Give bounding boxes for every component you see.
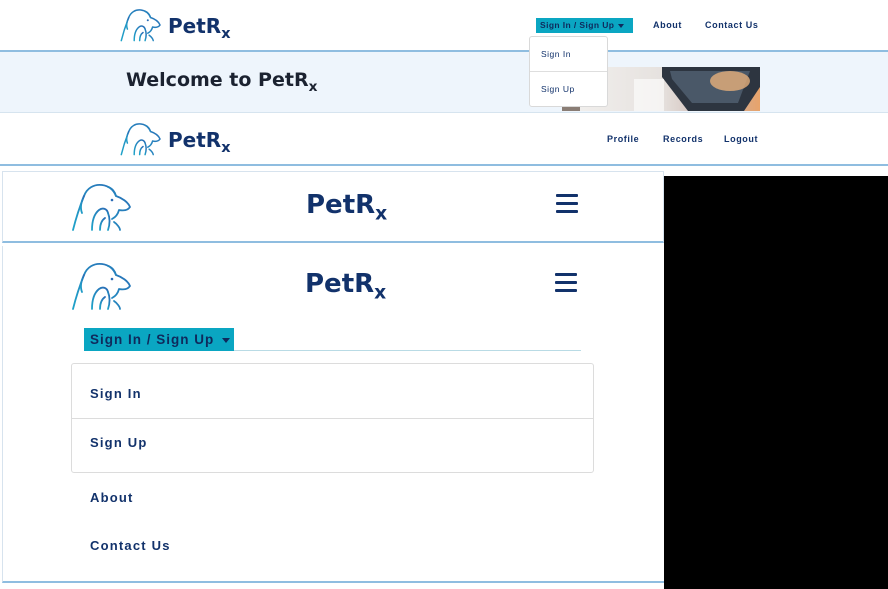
brand-subscript: x xyxy=(374,282,387,304)
brand-name-text: PetR xyxy=(305,269,375,299)
hamburger-menu-button[interactable] xyxy=(556,194,578,214)
nav-link-logout[interactable]: Logout xyxy=(724,134,758,144)
auth-dropdown-toggle[interactable]: Sign In / Sign Up xyxy=(84,328,234,351)
brand-subscript: x xyxy=(221,140,231,157)
brand-name[interactable]: PetRx xyxy=(168,14,230,42)
caret-down-icon xyxy=(222,337,231,343)
brand-logo-icon[interactable] xyxy=(119,122,163,156)
welcome-title: Welcome to PetRx xyxy=(126,69,317,95)
divider-line xyxy=(234,350,581,351)
welcome-title-text: Welcome to PetR xyxy=(126,69,309,91)
brand-name-text: PetR xyxy=(168,128,222,152)
nav-link-profile[interactable]: Profile xyxy=(607,134,639,144)
nav-link-contact[interactable]: Contact Us xyxy=(705,20,759,30)
auth-dropdown-toggle[interactable]: Sign In / Sign Up xyxy=(536,18,633,33)
nav-link-contact[interactable]: Contact Us xyxy=(90,538,171,553)
dropdown-item-sign-up[interactable]: Sign Up xyxy=(530,72,607,107)
brand-name-text: PetR xyxy=(168,14,222,38)
auth-dropdown-menu: Sign In Sign Up xyxy=(71,363,594,473)
hamburger-menu-button[interactable] xyxy=(555,273,577,293)
brand-logo-icon[interactable] xyxy=(119,8,163,42)
brand-logo-icon[interactable] xyxy=(70,181,134,233)
nav-link-about[interactable]: About xyxy=(653,20,682,30)
brand-subscript: x xyxy=(375,203,388,225)
brand-name[interactable]: PetRx xyxy=(306,190,387,225)
dropdown-item-sign-in[interactable]: Sign In xyxy=(72,367,593,421)
nav-link-about[interactable]: About xyxy=(90,490,134,505)
brand-logo-icon[interactable] xyxy=(70,260,134,312)
brand-name-text: PetR xyxy=(306,190,376,220)
auth-toggle-label: Sign In / Sign Up xyxy=(540,20,615,30)
brand-name[interactable]: PetRx xyxy=(305,269,386,304)
auth-toggle-label: Sign In / Sign Up xyxy=(90,332,215,347)
brand-subscript: x xyxy=(221,26,231,43)
welcome-title-subscript: x xyxy=(308,78,318,95)
nav-link-records[interactable]: Records xyxy=(663,134,703,144)
caret-down-icon xyxy=(618,23,625,28)
auth-dropdown-menu: Sign In Sign Up xyxy=(529,36,608,107)
empty-black-region xyxy=(664,176,888,589)
dropdown-item-sign-in[interactable]: Sign In xyxy=(530,37,607,72)
brand-name[interactable]: PetRx xyxy=(168,128,230,156)
dropdown-item-sign-up[interactable]: Sign Up xyxy=(72,416,593,470)
